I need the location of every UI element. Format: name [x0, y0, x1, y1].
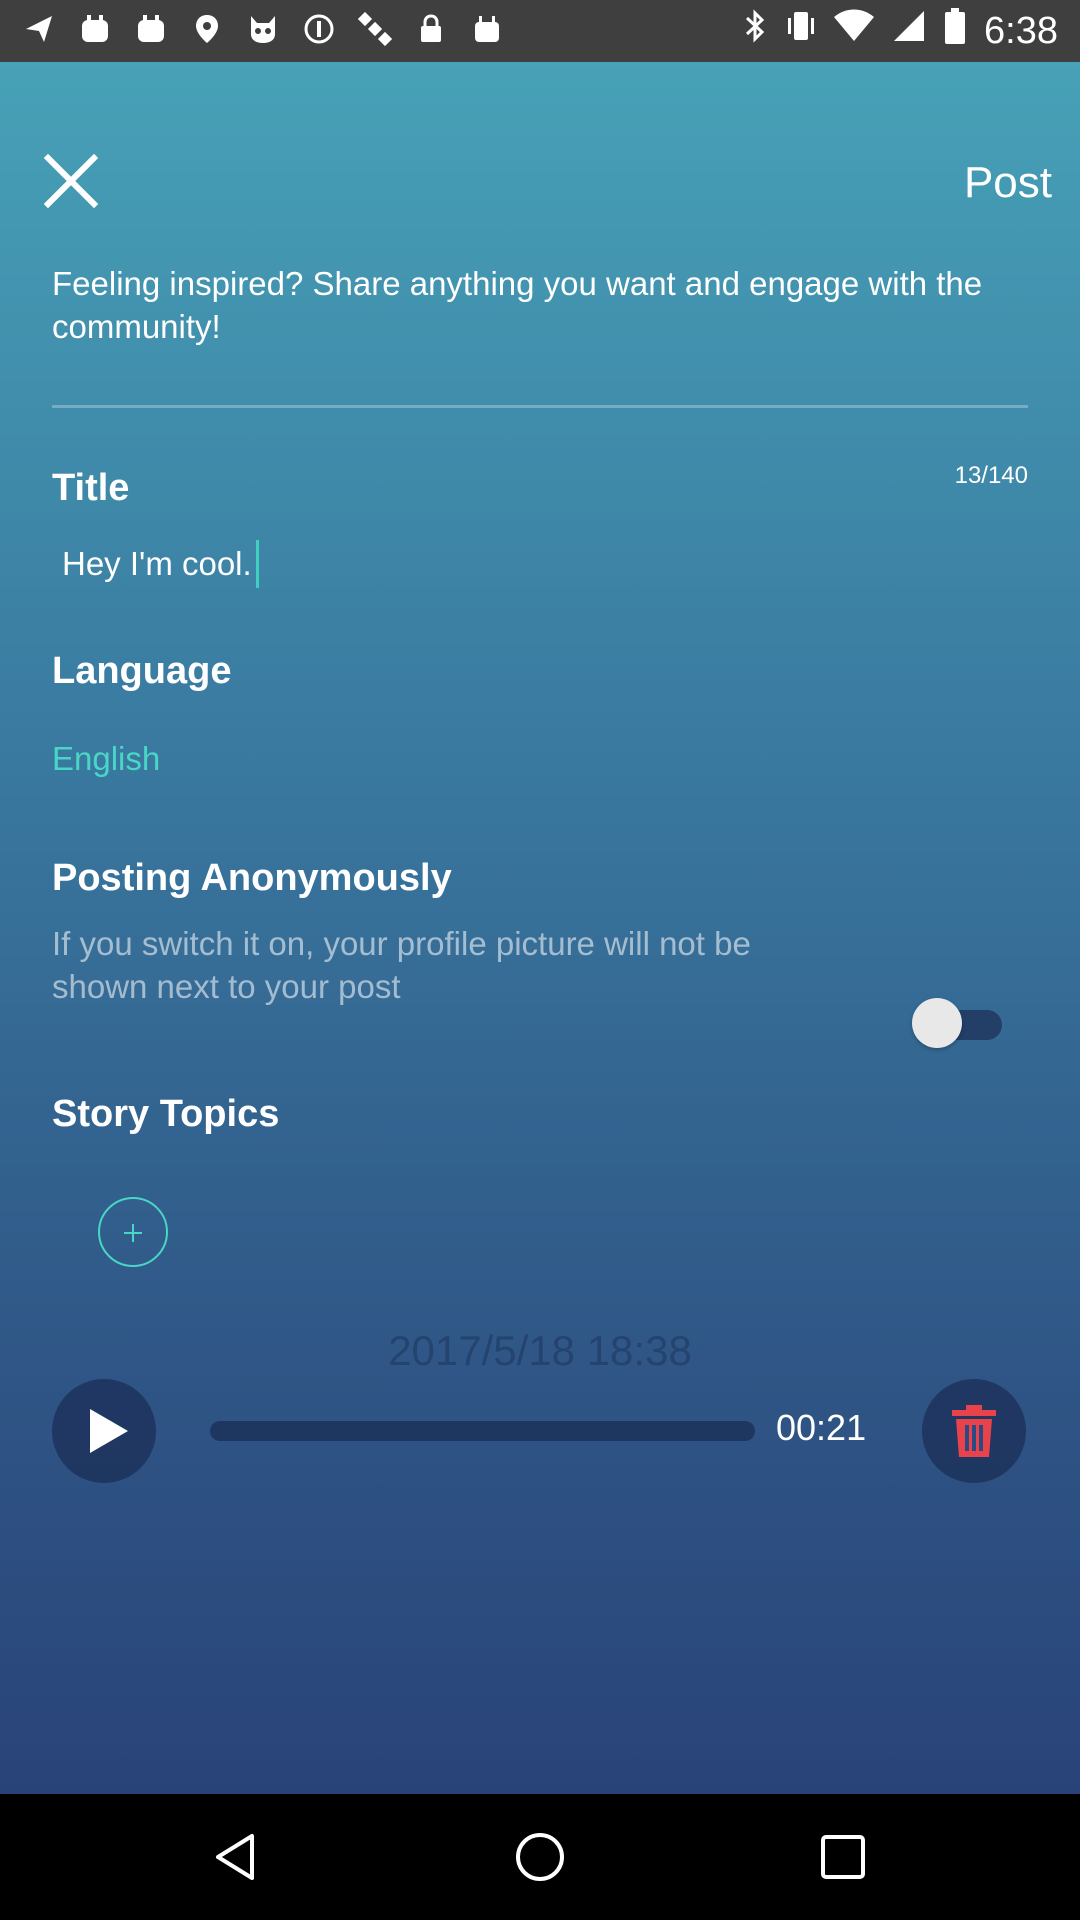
navigation-icon [22, 12, 56, 46]
story-topics-label: Story Topics [52, 1093, 280, 1135]
add-topic-button[interactable] [98, 1197, 168, 1267]
title-input-value: Hey I'm cool. [62, 545, 252, 582]
title-char-counter: 13/140 [954, 462, 1028, 489]
recording-duration: 00:21 [776, 1407, 867, 1448]
vibrate-icon [786, 8, 816, 54]
lock-icon [414, 12, 448, 46]
signal-icon [892, 9, 926, 53]
title-input[interactable]: Hey I'm cool. [62, 540, 259, 588]
posting-anonymously-description: If you switch it on, your profile pictur… [52, 925, 751, 1005]
language-label: Language [52, 650, 232, 692]
status-notification-icons [22, 11, 504, 47]
recents-button[interactable] [818, 1832, 868, 1882]
recorder-icon [78, 12, 112, 46]
delete-recording-button[interactable] [922, 1379, 1026, 1483]
recording-date: 2017/5/18 18:38 [388, 1327, 692, 1374]
title-label: Title [52, 467, 130, 509]
battery-icon [944, 8, 966, 54]
bluetooth-icon [742, 8, 768, 54]
posting-anonymously-label: Posting Anonymously [52, 857, 452, 899]
fake-gps-icon [190, 12, 224, 46]
language-selector[interactable]: English [52, 740, 160, 778]
anonymous-toggle[interactable] [912, 998, 1002, 1048]
post-button[interactable]: Post [964, 158, 1052, 208]
intro-text: Feeling inspired? Share anything you wan… [52, 265, 983, 345]
play-icon [90, 1409, 128, 1453]
recorder-icon [134, 12, 168, 46]
home-icon [516, 1833, 564, 1881]
back-icon [216, 1834, 254, 1880]
info-icon [302, 12, 336, 46]
create-post-screen: Post Feeling inspired? Share anything yo… [0, 62, 1080, 1794]
status-system-icons: 6:38 [742, 8, 1058, 54]
play-button[interactable] [52, 1379, 156, 1483]
close-icon [43, 153, 99, 209]
satellite-icon [357, 11, 393, 47]
status-bar: 6:38 [0, 0, 1080, 62]
close-button[interactable] [43, 153, 99, 209]
home-button[interactable] [515, 1832, 565, 1882]
wifi-icon [834, 9, 875, 53]
back-button[interactable] [212, 1832, 262, 1882]
text-cursor [255, 540, 259, 588]
android-icon [470, 12, 504, 46]
divider [52, 405, 1028, 408]
recents-icon [821, 1835, 865, 1879]
trash-icon [952, 1405, 996, 1457]
playback-progress-bar[interactable] [210, 1421, 755, 1441]
toggle-knob [912, 998, 962, 1048]
navigation-bar [0, 1794, 1080, 1920]
cat-icon [246, 12, 280, 46]
status-time: 6:38 [984, 9, 1058, 52]
